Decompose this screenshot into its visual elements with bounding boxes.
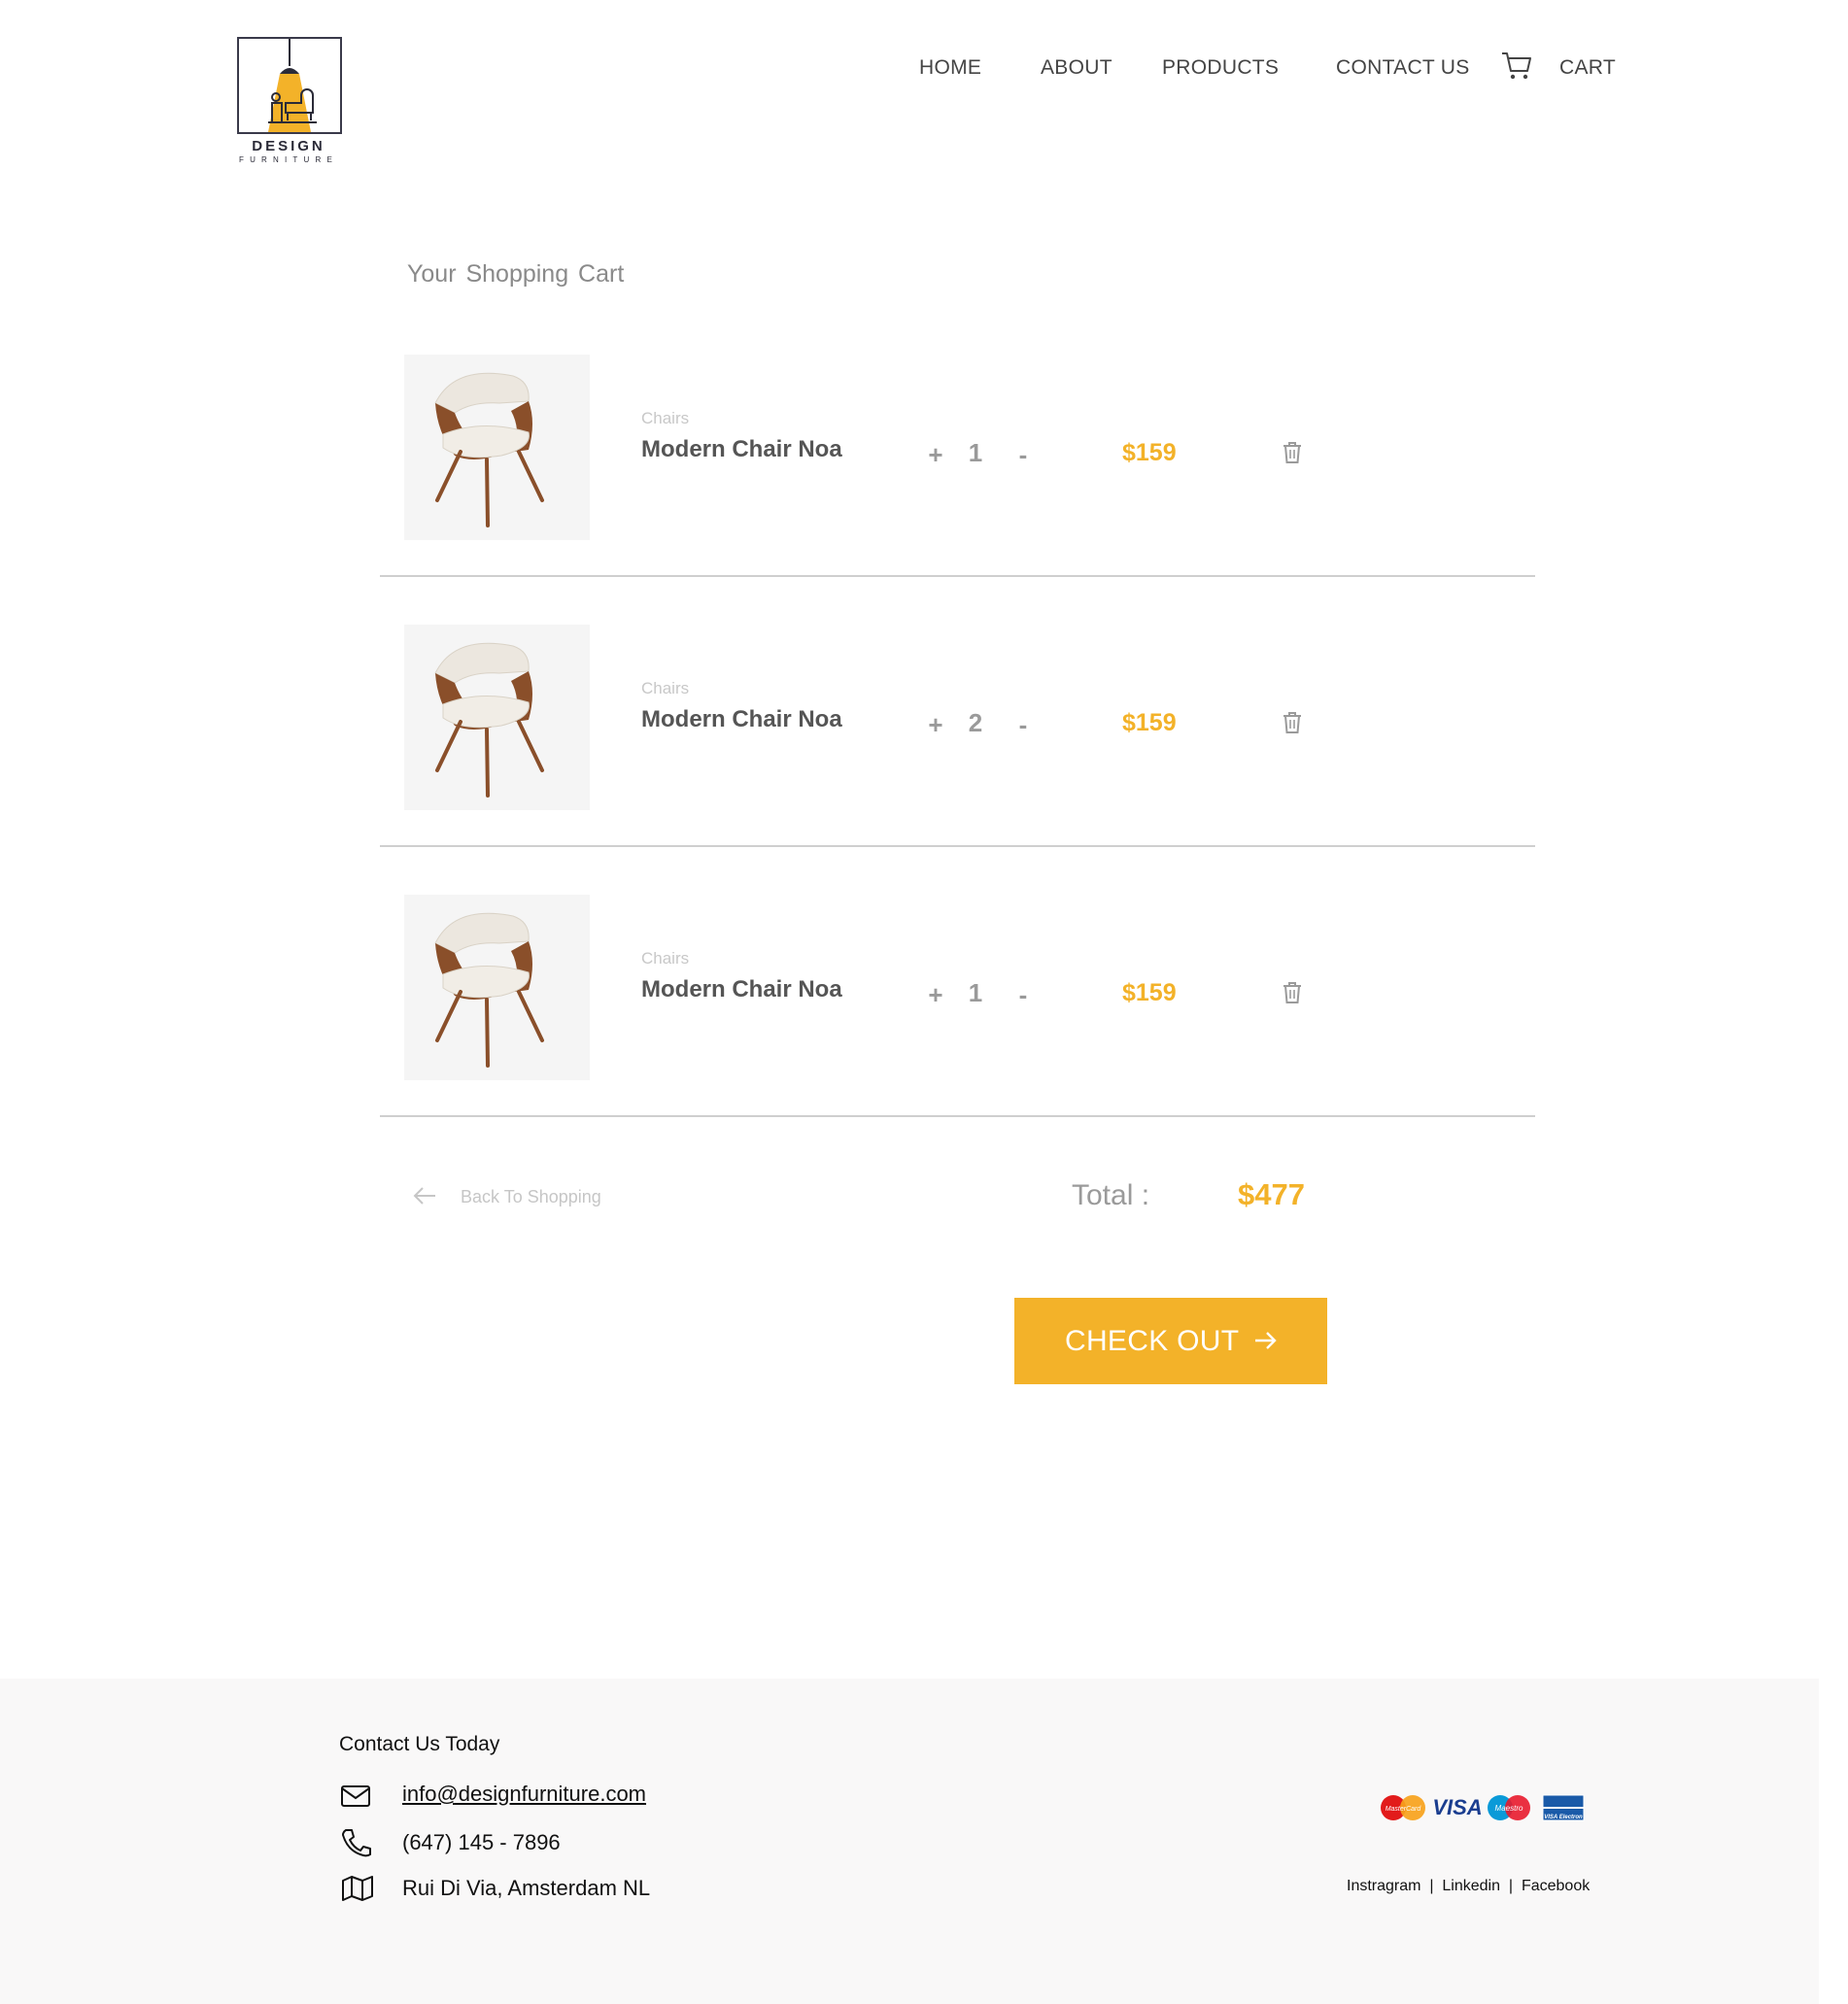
map-icon — [341, 1875, 374, 1907]
logo-wordmark: DESIGN — [252, 138, 325, 154]
trash-icon[interactable] — [1282, 710, 1303, 735]
mail-icon — [340, 1783, 371, 1814]
cart-item: Chairs Modern Chair Noa + 1 - $159 — [380, 355, 1535, 624]
back-to-shopping-label: Back To Shopping — [461, 1187, 601, 1206]
social-links: Instragram | Linkedin | Facebook — [1347, 1878, 1590, 1895]
instagram-link[interactable]: Instragram — [1347, 1878, 1420, 1894]
svg-text:Maestro: Maestro — [1495, 1804, 1523, 1813]
row-divider — [380, 575, 1535, 577]
cart-item: Chairs Modern Chair Noa + 2 - $159 — [380, 625, 1535, 894]
quantity-increase-button[interactable]: + — [924, 440, 947, 470]
item-category: Chairs — [641, 679, 690, 697]
quantity-value: 1 — [968, 438, 983, 467]
quantity-increase-button[interactable]: + — [924, 980, 947, 1010]
svg-text:VISA: VISA — [1432, 1795, 1482, 1819]
nav-contact-us[interactable]: CONTACT US — [1336, 56, 1470, 80]
cart-item: Chairs Modern Chair Noa + 1 - $159 — [380, 895, 1535, 1164]
item-category: Chairs — [641, 409, 690, 427]
total-value: $477 — [1238, 1177, 1305, 1211]
maestro-icon: Maestro — [1488, 1795, 1530, 1820]
lamp-furniture-icon — [268, 39, 317, 132]
nav-cart[interactable]: CART — [1559, 56, 1616, 80]
quantity-value: 2 — [968, 708, 983, 737]
item-name[interactable]: Modern Chair Noa — [641, 976, 842, 1003]
row-divider — [380, 1115, 1535, 1117]
quantity-decrease-button[interactable]: - — [1011, 980, 1035, 1010]
nav-products[interactable]: PRODUCTS — [1162, 56, 1279, 80]
quantity-value: 1 — [968, 978, 983, 1007]
visa-electron-icon: VISA Electron — [1542, 1794, 1585, 1821]
payment-methods: MasterCard VISA Maestro VISA Electron — [1380, 1792, 1586, 1821]
checkout-button[interactable]: CHECK OUT — [1014, 1298, 1327, 1384]
footer-address: Rui Di Via, Amsterdam NL — [402, 1876, 651, 1900]
checkout-label: CHECK OUT — [1065, 1325, 1240, 1357]
svg-text:VISA Electron: VISA Electron — [1544, 1815, 1583, 1820]
mastercard-icon: MasterCard — [1381, 1795, 1425, 1820]
footer — [0, 1679, 1819, 2004]
facebook-link[interactable]: Facebook — [1522, 1878, 1590, 1894]
chair-image — [434, 912, 544, 1068]
product-image[interactable] — [404, 625, 590, 810]
item-price: $159 — [1122, 979, 1177, 1006]
footer-email-link[interactable]: info@designfurniture.com — [402, 1782, 646, 1807]
chair-image — [434, 642, 544, 798]
trash-icon[interactable] — [1282, 440, 1303, 465]
nav-home[interactable]: HOME — [919, 56, 981, 80]
shopping-cart-icon[interactable] — [1500, 51, 1533, 82]
svg-text:MasterCard: MasterCard — [1386, 1806, 1422, 1813]
arrow-left-icon — [413, 1187, 435, 1205]
brand-logo[interactable]: DESIGN FURNITURE — [237, 37, 342, 164]
product-image[interactable] — [404, 355, 590, 540]
separator: | — [1429, 1878, 1434, 1894]
item-price: $159 — [1122, 439, 1177, 466]
page-title: Your Shopping Cart — [407, 260, 625, 288]
separator: | — [1508, 1878, 1514, 1894]
total-label: Total : — [1072, 1179, 1150, 1211]
chair-image — [434, 372, 544, 527]
linkedin-link[interactable]: Linkedin — [1442, 1878, 1500, 1894]
product-image[interactable] — [404, 895, 590, 1080]
item-category: Chairs — [641, 949, 690, 968]
quantity-increase-button[interactable]: + — [924, 710, 947, 740]
nav-about[interactable]: ABOUT — [1041, 56, 1112, 80]
arrow-right-icon — [1255, 1332, 1277, 1349]
footer-phone: (647) 145 - 7896 — [402, 1830, 561, 1854]
logo-subtitle: FURNITURE — [238, 155, 339, 164]
item-name[interactable]: Modern Chair Noa — [641, 436, 842, 463]
logo-frame — [237, 37, 342, 134]
phone-icon — [340, 1828, 371, 1862]
trash-icon[interactable] — [1282, 980, 1303, 1005]
quantity-decrease-button[interactable]: - — [1011, 440, 1035, 470]
item-price: $159 — [1122, 709, 1177, 736]
row-divider — [380, 845, 1535, 847]
item-name[interactable]: Modern Chair Noa — [641, 706, 842, 733]
footer-title: Contact Us Today — [339, 1733, 500, 1755]
quantity-decrease-button[interactable]: - — [1011, 710, 1035, 740]
visa-icon: VISA — [1432, 1795, 1482, 1819]
